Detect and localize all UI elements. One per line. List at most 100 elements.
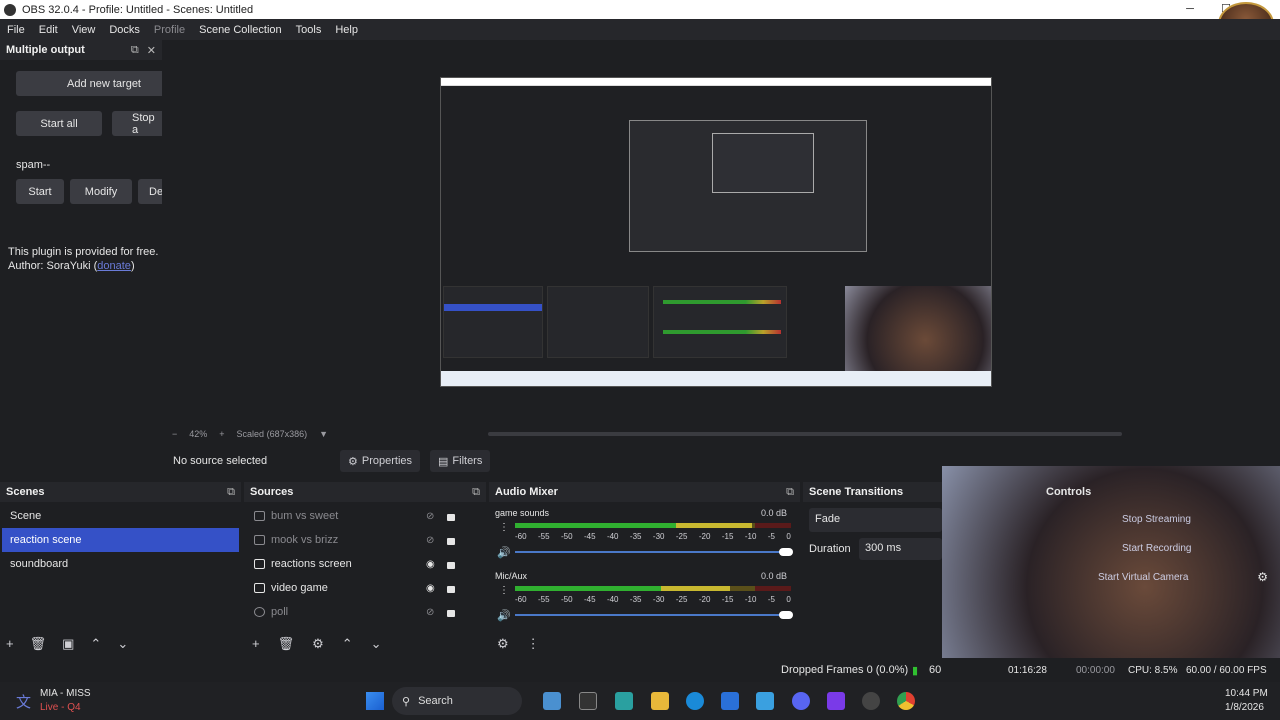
trash-icon[interactable]: 🗑 [278,636,295,652]
app-icon[interactable] [756,692,774,710]
terminal-icon[interactable] [579,692,597,710]
meter-tick-label: -20 [698,595,711,604]
arrow-down-icon[interactable]: ⌄ [117,636,128,652]
menu-help[interactable]: Help [328,24,365,36]
zoom-in-button[interactable]: + [219,429,224,439]
undock-icon[interactable]: ⧉ [472,486,480,499]
scale-dropdown-icon[interactable]: ▼ [319,429,328,439]
properties-button[interactable]: ⚙ Properties [340,450,421,472]
discord-icon[interactable] [792,692,810,710]
obs-app-icon [4,3,16,16]
scene-transitions-title: Scene Transitions [809,486,904,498]
virtual-camera-button[interactable]: Start Virtual Camera [1098,572,1188,583]
speaker-icon[interactable]: 🔊 [497,546,511,559]
lock-icon[interactable] [447,610,455,617]
scaled-label: Scaled (687x386) [236,429,308,439]
windows-start-icon[interactable] [366,692,384,710]
volume-slider[interactable] [515,614,791,616]
menu-profile[interactable]: Profile [147,24,192,36]
browser-icon [254,607,265,617]
start-all-button[interactable]: Start all [16,111,102,136]
menu-edit[interactable]: Edit [32,24,65,36]
pinned-app-icon[interactable] [543,692,561,710]
add-icon[interactable]: + [6,636,14,652]
menu-file[interactable]: File [0,24,32,36]
add-icon[interactable]: + [252,636,260,652]
arrow-down-icon[interactable]: ⌄ [371,636,382,652]
zoom-out-button[interactable]: − [172,429,177,439]
target-start-button[interactable]: Start [16,179,64,204]
source-item[interactable]: bum vs sweet ⊘ [244,504,486,528]
editor-icon[interactable] [827,692,845,710]
gear-icon[interactable]: ⚙ [1257,570,1268,584]
filters-label: Filters [452,455,483,467]
start-recording-button[interactable]: Start Recording [1122,543,1191,554]
volume-slider-handle[interactable] [779,611,793,619]
stop-all-button[interactable]: Stop a [112,111,162,136]
gear-icon[interactable]: ⚙ [312,636,324,652]
source-item[interactable]: poll ⊘ [244,600,486,624]
lock-icon[interactable] [447,562,455,569]
speaker-icon[interactable]: 🔊 [497,609,511,622]
volume-slider-handle[interactable] [779,548,793,556]
preview-canvas[interactable] [162,40,1280,426]
kebab-menu-icon[interactable]: ⋮ [499,585,509,596]
mixer-channel-game-sounds: game sounds 0.0 dB ⋮ -60 -55 -50 -45 -40 -35-… [495,508,793,564]
fps-value: 60.00 / 60.00 FPS [1186,664,1267,676]
arrow-up-icon[interactable]: ⌃ [342,636,353,652]
camera-icon [254,583,265,593]
duration-input[interactable]: 300 ms [859,538,942,560]
kebab-menu-icon[interactable]: ⋮ [527,636,540,652]
advanced-audio-icon[interactable]: ⚙ [497,636,509,652]
float-dock-icon[interactable]: ⧉ [131,44,139,57]
scene-item[interactable]: soundboard [2,552,239,576]
trash-icon[interactable]: 🗑 [30,636,47,652]
meter-tick-label: -10 [744,595,757,604]
filter-icon: ▤ [438,455,449,468]
eye-icon[interactable]: ◉ [426,583,435,594]
source-item[interactable]: mook vs brizz ⊘ [244,528,486,552]
twitch-icon[interactable]: 文 [16,691,31,712]
eye-icon[interactable]: ◉ [426,559,435,570]
eye-hidden-icon[interactable]: ⊘ [426,511,434,522]
taskbar-search[interactable]: ⚲ Search [392,687,522,715]
source-item[interactable]: video game ◉ [244,576,486,600]
undock-icon[interactable]: ⧉ [786,486,794,499]
target-modify-button[interactable]: Modify [70,179,132,204]
filter-icon[interactable]: ▣ [62,636,74,652]
obs-taskbar-icon[interactable] [862,692,880,710]
store-icon[interactable] [721,692,739,710]
menu-view[interactable]: View [65,24,103,36]
copilot-icon[interactable] [615,692,633,710]
lock-icon[interactable] [447,538,455,545]
filters-button[interactable]: ▤ Filters [430,450,491,472]
lock-icon[interactable] [447,586,455,593]
eye-hidden-icon[interactable]: ⊘ [426,607,434,618]
source-item[interactable]: reactions screen ◉ [244,552,486,576]
file-explorer-icon[interactable] [651,692,669,710]
target-name: spam-- [16,159,51,171]
scene-item-selected[interactable]: reaction scene [2,528,239,552]
menu-scene-collection[interactable]: Scene Collection [192,24,289,36]
target-delete-button[interactable]: De [138,179,163,204]
eye-hidden-icon[interactable]: ⊘ [426,535,434,546]
menu-tools[interactable]: Tools [289,24,329,36]
scene-item[interactable]: Scene [2,504,239,528]
live-time: 01:16:28 [1008,664,1047,676]
close-dock-icon[interactable]: ✕ [147,44,156,57]
kebab-menu-icon[interactable]: ⋮ [499,522,509,533]
arrow-up-icon[interactable]: ⌃ [90,636,101,652]
volume-slider[interactable] [515,551,791,553]
stop-streaming-button[interactable]: Stop Streaming [1122,514,1191,525]
controls-panel-webcam-overlay: Controls Stop Streaming Start Recording … [942,466,1280,686]
donate-link[interactable]: donate [97,260,131,272]
transition-select[interactable]: Fade [809,508,942,532]
undock-icon[interactable]: ⧉ [227,486,235,499]
minimize-icon[interactable]: ─ [1172,0,1208,19]
lock-icon[interactable] [447,514,455,521]
channel-db: 0.0 dB [760,571,787,581]
edge-icon[interactable] [686,692,704,710]
menu-docks[interactable]: Docks [102,24,147,36]
preview-scrollbar[interactable] [488,432,1122,436]
chrome-icon[interactable] [897,692,915,710]
